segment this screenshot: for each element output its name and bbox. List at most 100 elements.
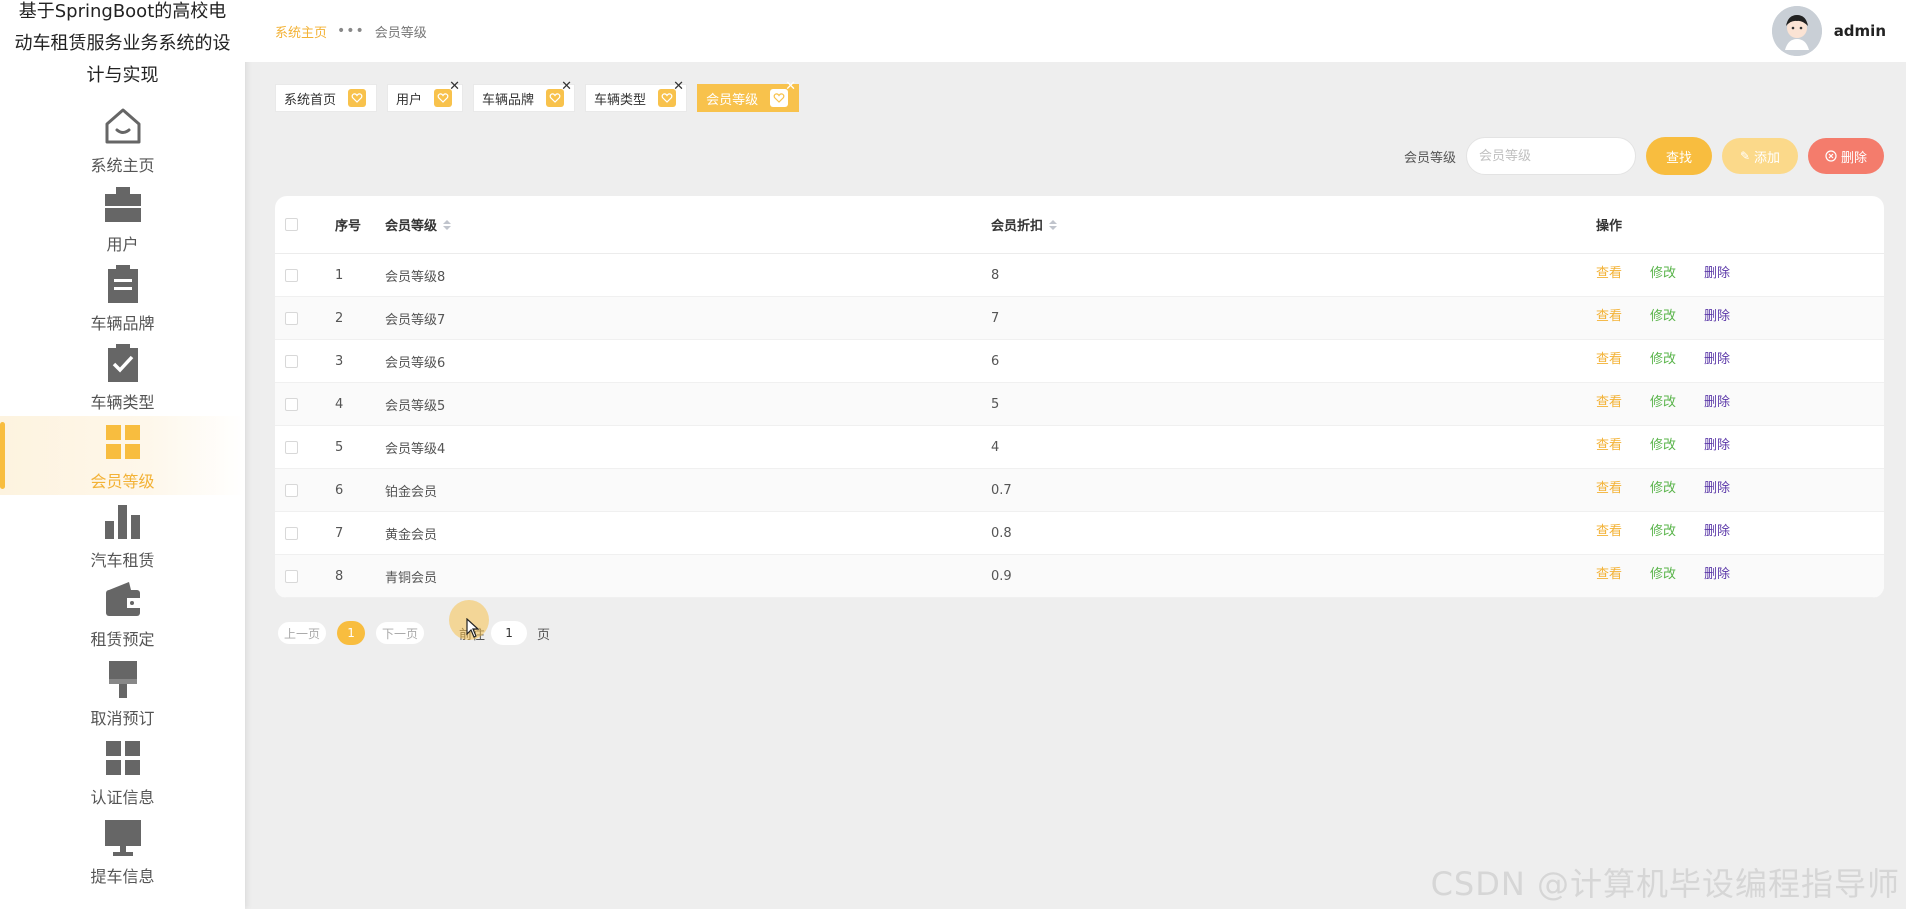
sort-icon[interactable] [443, 219, 452, 230]
select-all-checkbox[interactable] [285, 218, 298, 231]
cell-level: 黄金会员 [385, 527, 438, 543]
row-checkbox[interactable] [285, 483, 298, 497]
edit-button[interactable]: 修改 [1650, 348, 1676, 367]
sidebar-item-users[interactable]: 用户 [0, 179, 245, 258]
avatar[interactable] [1771, 6, 1822, 56]
sidebar-item-vehicle-type[interactable]: 车辆类型 [0, 337, 245, 416]
sidebar-item-label: 认证信息 [90, 787, 155, 807]
breadcrumb-current: 会员等级 [374, 25, 427, 41]
cell-level: 会员等级6 [385, 355, 446, 371]
view-button[interactable]: 查看 [1596, 520, 1622, 539]
sidebar-item-label: 车辆品牌 [90, 313, 155, 333]
sidebar-item-label: 租赁预定 [90, 629, 155, 649]
sidebar-item-rental-booking[interactable]: 租赁预定 [0, 574, 245, 653]
row-checkbox[interactable] [285, 268, 298, 282]
header-discount: 会员折扣 [991, 219, 1044, 234]
table-row: 5 会员等级4 4 查看 修改 删除 [275, 426, 1884, 469]
view-button[interactable]: 查看 [1596, 348, 1622, 367]
view-button[interactable]: 查看 [1596, 477, 1622, 496]
add-button[interactable]: ✎ 添加 [1722, 138, 1798, 174]
row-checkbox[interactable] [285, 440, 298, 454]
sidebar-item-vehicle-brand[interactable]: 车辆品牌 [0, 258, 245, 337]
edit-button[interactable]: 修改 [1650, 477, 1676, 496]
goto-page-input[interactable] [491, 621, 528, 645]
tag-system-home[interactable]: 系统首页 [275, 84, 378, 112]
close-icon[interactable]: ✕ [561, 79, 572, 94]
close-icon[interactable]: ✕ [449, 79, 460, 94]
sidebar: 基于SpringBoot的高校电动车租赁服务业务系统的设计与实现 系统主页 用户… [0, 0, 245, 909]
search-input[interactable] [1466, 137, 1636, 175]
watermark: CSDN @计算机毕设编程指导师 [1430, 865, 1900, 903]
search-button[interactable]: 查找 [1646, 137, 1712, 175]
sort-icon[interactable] [1049, 219, 1058, 230]
edit-button[interactable]: 修改 [1650, 563, 1676, 582]
top-header: 系统主页 ••• 会员等级 admin [245, 0, 1906, 62]
close-icon[interactable]: ✕ [785, 79, 796, 94]
view-button[interactable]: 查看 [1596, 391, 1622, 410]
delete-row-button[interactable]: 删除 [1704, 477, 1730, 496]
edit-button[interactable]: 修改 [1650, 520, 1676, 539]
search-bar: 会员等级 查找 ✎ 添加 删除 [1404, 137, 1884, 175]
row-checkbox[interactable] [285, 354, 298, 368]
username[interactable]: admin [1834, 22, 1886, 40]
edit-button[interactable]: 修改 [1650, 305, 1676, 324]
cell-ops: 查看 修改 删除 [1596, 262, 1884, 281]
grid-icon [101, 420, 145, 464]
delete-row-button[interactable]: 删除 [1704, 262, 1730, 281]
cell-ops: 查看 修改 删除 [1596, 477, 1884, 496]
table-row: 8 青铜会员 0.9 查看 修改 删除 [275, 555, 1884, 598]
breadcrumb-home[interactable]: 系统主页 [275, 22, 327, 41]
user-menu[interactable]: admin [1771, 6, 1886, 56]
tag-label: 车辆类型 [594, 92, 647, 108]
row-checkbox[interactable] [285, 526, 298, 540]
close-circle-icon [1825, 150, 1837, 162]
cell-index: 7 [335, 525, 344, 541]
edit-button[interactable]: 修改 [1650, 391, 1676, 410]
header-ops: 操作 [1596, 219, 1623, 234]
delete-row-button[interactable]: 删除 [1704, 348, 1730, 367]
tag-users[interactable]: 用户 ✕ [387, 79, 464, 112]
view-button[interactable]: 查看 [1596, 434, 1622, 453]
page-number-current[interactable]: 1 [337, 621, 366, 645]
tag-vehicle-type[interactable]: 车辆类型 ✕ [585, 79, 688, 112]
sidebar-menu: 系统主页 用户 车辆品牌 车辆类型 会员等级 汽车租赁 租赁预定 取消预订 认证… [0, 100, 245, 890]
tag-member-level[interactable]: 会员等级 ✕ [697, 79, 800, 112]
sidebar-item-cancel-booking[interactable]: 取消预订 [0, 653, 245, 732]
view-button[interactable]: 查看 [1596, 563, 1622, 582]
cell-index: 3 [335, 353, 344, 369]
row-checkbox[interactable] [285, 311, 298, 325]
tag-vehicle-brand[interactable]: 车辆品牌 ✕ [473, 79, 576, 112]
breadcrumb: 系统主页 ••• 会员等级 [275, 22, 427, 41]
row-checkbox[interactable] [285, 569, 298, 583]
delete-row-button[interactable]: 删除 [1704, 434, 1730, 453]
prev-page-button[interactable]: 上一页 [277, 621, 328, 645]
delete-row-button[interactable]: 删除 [1704, 305, 1730, 324]
close-icon[interactable]: ✕ [673, 79, 684, 94]
cell-discount: 0.8 [991, 525, 1012, 541]
monitor-icon [101, 815, 145, 859]
row-checkbox[interactable] [285, 397, 298, 411]
delete-row-button[interactable]: 删除 [1704, 563, 1730, 582]
delete-row-button[interactable]: 删除 [1704, 391, 1730, 410]
delete-row-button[interactable]: 删除 [1704, 520, 1730, 539]
cell-index: 5 [335, 439, 344, 455]
sidebar-item-home[interactable]: 系统主页 [0, 100, 245, 179]
delete-button[interactable]: 删除 [1808, 138, 1884, 174]
sidebar-item-certification[interactable]: 认证信息 [0, 732, 245, 811]
cell-index: 1 [335, 267, 344, 283]
view-button[interactable]: 查看 [1596, 305, 1622, 324]
cell-level: 会员等级5 [385, 398, 446, 414]
edit-button[interactable]: 修改 [1650, 434, 1676, 453]
header-index: 序号 [335, 219, 362, 234]
goto-suffix: 页 [537, 627, 551, 643]
edit-button[interactable]: 修改 [1650, 262, 1676, 281]
table-row: 3 会员等级6 6 查看 修改 删除 [275, 340, 1884, 383]
sidebar-item-pickup-info[interactable]: 提车信息 [0, 811, 245, 890]
sidebar-item-car-rental[interactable]: 汽车租赁 [0, 495, 245, 574]
pagination: 上一页 1 下一页 前往 页 [277, 621, 550, 645]
cell-discount: 6 [991, 353, 1000, 369]
view-button[interactable]: 查看 [1596, 262, 1622, 281]
sidebar-item-member-level[interactable]: 会员等级 [0, 416, 245, 495]
app-title: 基于SpringBoot的高校电动车租赁服务业务系统的设计与实现 [14, 1, 231, 86]
next-page-button[interactable]: 下一页 [375, 621, 426, 645]
